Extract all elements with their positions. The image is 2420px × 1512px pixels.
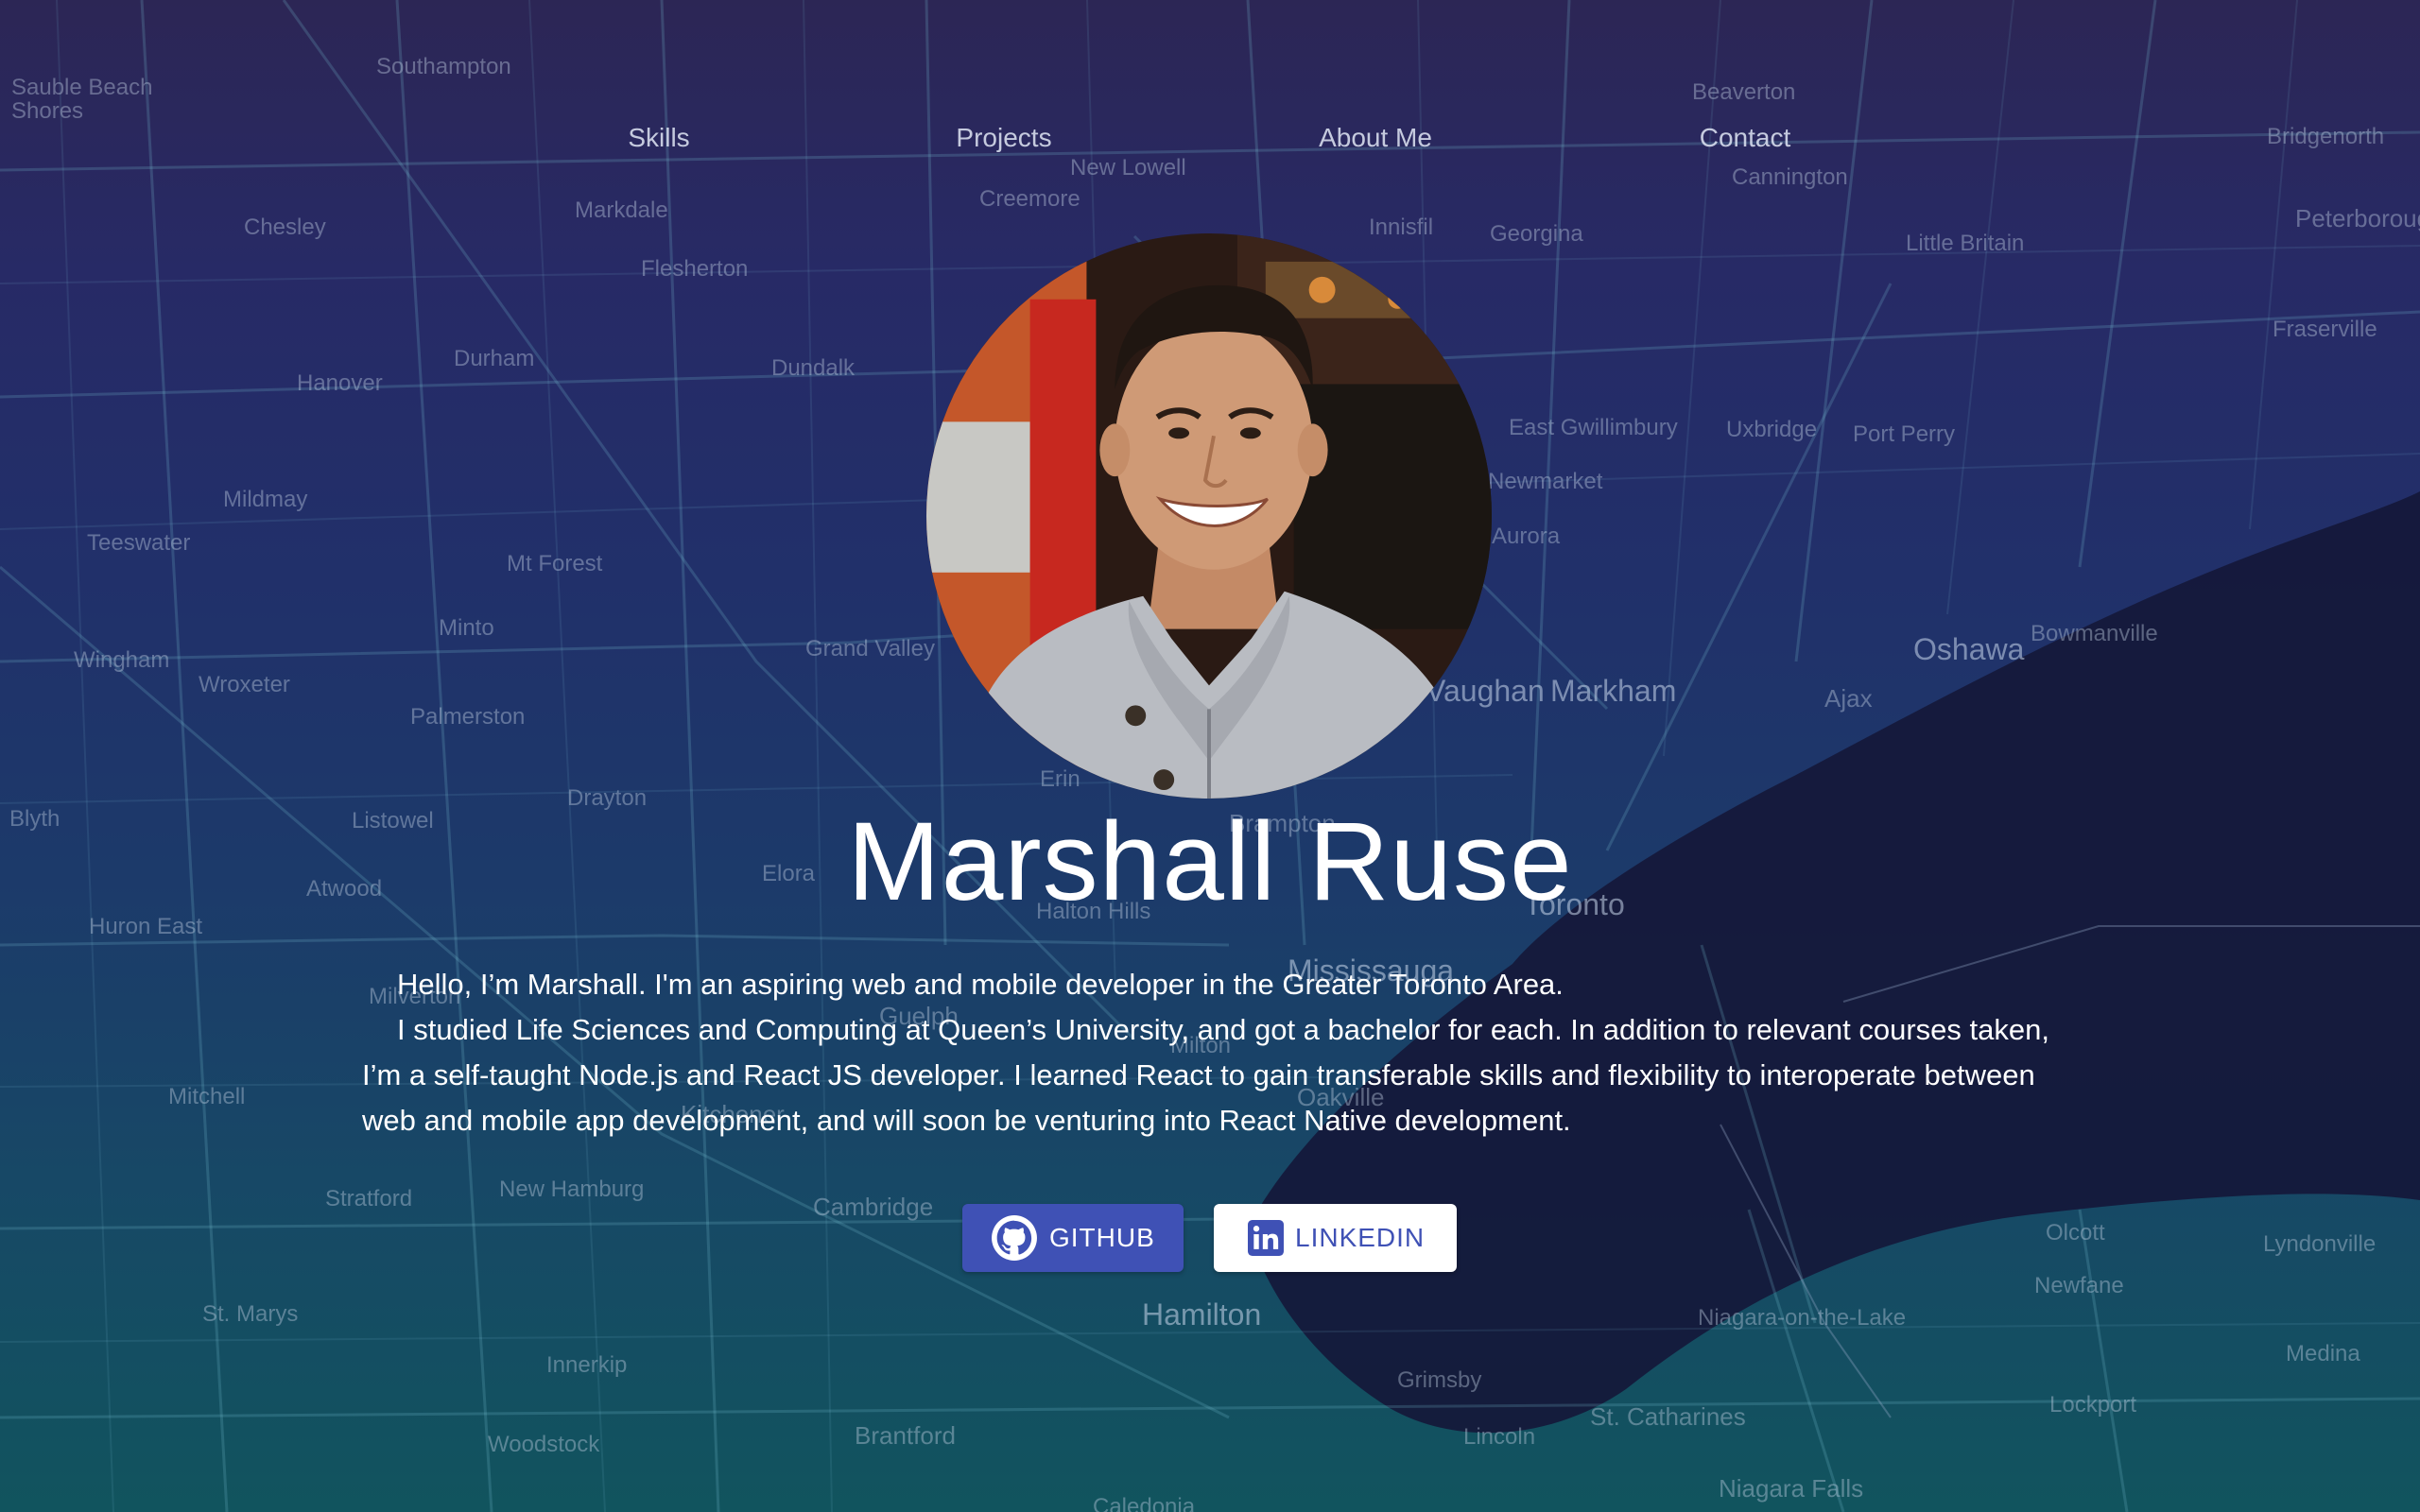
- map-label: Cambridge: [813, 1193, 933, 1221]
- nav-link-about-me[interactable]: About Me: [1319, 123, 1432, 153]
- map-label: Dundalk: [771, 355, 856, 381]
- map-label: Oshawa: [1913, 632, 2025, 666]
- map-label: Mildmay: [223, 487, 307, 512]
- map-label: St. Marys: [202, 1301, 298, 1327]
- map-label: Southampton: [376, 54, 511, 79]
- map-label: East Gwillimbury: [1509, 415, 1678, 440]
- map-label: Fraserville: [2273, 317, 2377, 342]
- map-label: Brantford: [855, 1421, 956, 1450]
- profile-photo: [926, 233, 1492, 799]
- map-label: Peterborough: [2295, 204, 2420, 232]
- map-label: Cannington: [1732, 164, 1848, 190]
- map-label: Sauble Beach: [11, 75, 152, 100]
- map-label: Flesherton: [641, 256, 748, 282]
- map-label: Lincoln: [1463, 1424, 1535, 1450]
- map-label: Georgina: [1490, 221, 1583, 247]
- linkedin-button[interactable]: LINKEDIN: [1214, 1204, 1457, 1272]
- map-label: Lockport: [2049, 1392, 2136, 1418]
- map-label: Vaughan: [1426, 674, 1545, 708]
- map-label: Shores: [11, 98, 83, 124]
- map-label: Wingham: [74, 647, 169, 673]
- map-label: Minto: [439, 615, 494, 641]
- bio: Hello, I’m Marshall. I'm an aspiring web…: [362, 962, 2064, 1143]
- map-label: Creemore: [979, 186, 1080, 212]
- map-label: Palmerston: [410, 704, 525, 730]
- map-label: Markdale: [575, 198, 668, 223]
- nav-link-contact[interactable]: Contact: [1700, 123, 1791, 153]
- map-label: Mt Forest: [507, 551, 603, 576]
- map-label: Niagara Falls: [1719, 1474, 1863, 1503]
- github-button-label: GITHUB: [1049, 1223, 1155, 1252]
- bio-details: I studied Life Sciences and Computing at…: [362, 1013, 2049, 1137]
- map-label: Chesley: [244, 215, 326, 240]
- top-nav: Skills Projects About Me Contact: [0, 123, 2420, 161]
- map-label: Hanover: [297, 370, 383, 396]
- map-label: Uxbridge: [1726, 417, 1817, 442]
- bio-intro: Hello, I’m Marshall. I'm an aspiring web…: [397, 968, 1564, 1001]
- map-label: Niagara-on-the-Lake: [1698, 1305, 1906, 1331]
- map-label: Innisfil: [1369, 215, 1433, 240]
- map-label: Woodstock: [488, 1432, 600, 1457]
- map-label: Teeswater: [87, 530, 190, 556]
- nav-link-skills[interactable]: Skills: [628, 123, 689, 153]
- map-label: Lyndonville: [2263, 1231, 2376, 1257]
- map-label: Stratford: [325, 1186, 412, 1211]
- map-label: Aurora: [1492, 524, 1561, 549]
- map-label: Caledonia: [1093, 1494, 1196, 1512]
- map-label: Markham: [1550, 674, 1676, 708]
- map-label: Beaverton: [1692, 79, 1795, 105]
- nav-link-projects[interactable]: Projects: [956, 123, 1051, 153]
- map-label: Mitchell: [168, 1084, 245, 1109]
- map-label: Bowmanville: [2031, 621, 2158, 646]
- linkedin-button-label: LINKEDIN: [1295, 1223, 1426, 1252]
- map-label: Hamilton: [1142, 1297, 1261, 1332]
- map-label: Olcott: [2046, 1220, 2105, 1246]
- map-label: Port Perry: [1853, 421, 1955, 447]
- map-label: Durham: [454, 346, 534, 371]
- page-title: Marshall Ruse: [847, 799, 1573, 924]
- map-label: Ajax: [1824, 684, 1873, 713]
- github-icon: [991, 1214, 1038, 1262]
- map-label: Newmarket: [1488, 469, 1603, 494]
- map-label: Grand Valley: [805, 636, 935, 662]
- map-label: Newfane: [2034, 1273, 2124, 1298]
- map-label: St. Catharines: [1590, 1402, 1746, 1431]
- map-label: New Hamburg: [499, 1177, 644, 1202]
- map-label: Innerkip: [546, 1352, 627, 1378]
- map-label: Wroxeter: [199, 672, 290, 697]
- linkedin-icon: [1248, 1220, 1284, 1256]
- map-label: Grimsby: [1397, 1367, 1481, 1393]
- map-label: Erin: [1040, 766, 1080, 792]
- github-button[interactable]: GITHUB: [962, 1204, 1184, 1272]
- map-label: Little Britain: [1906, 231, 2024, 256]
- map-label: Medina: [2286, 1341, 2360, 1366]
